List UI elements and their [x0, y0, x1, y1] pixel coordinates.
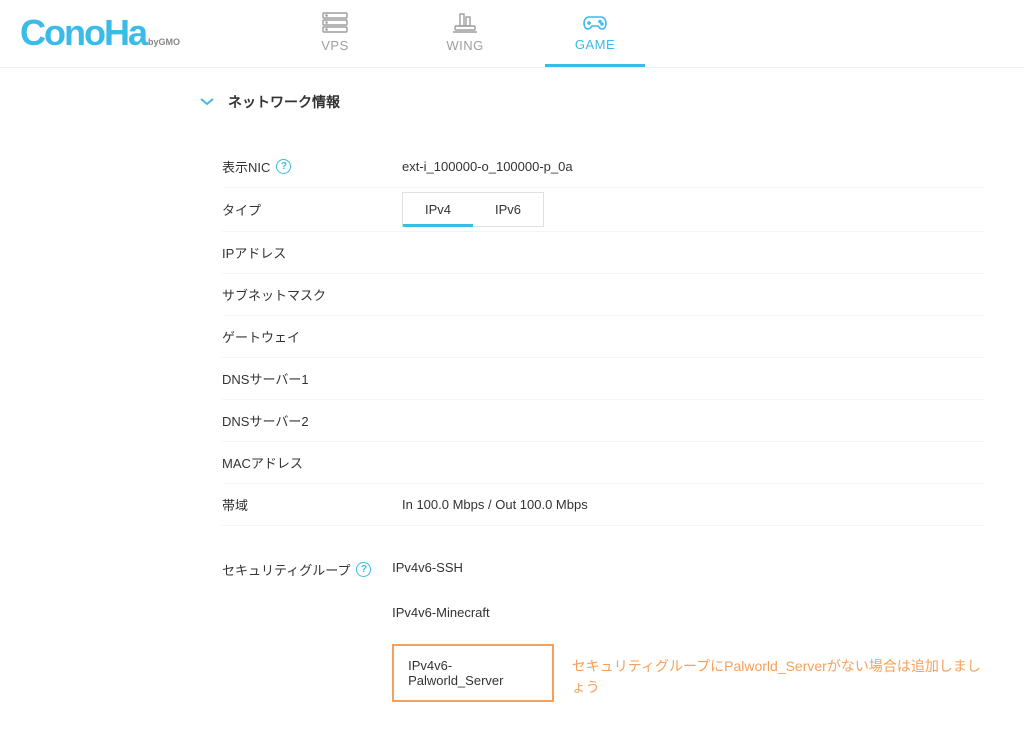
row-subnet: サブネットマスク [222, 274, 984, 316]
tab-label: WING [446, 38, 483, 53]
row-dns2: DNSサーバー2 [222, 400, 984, 442]
tab-vps[interactable]: VPS [270, 0, 400, 65]
row-security-group: セキュリティグループ ? IPv4v6-SSH IPv4v6-Minecraft… [222, 526, 984, 702]
help-icon[interactable]: ? [356, 562, 371, 577]
tab-label: VPS [321, 38, 349, 53]
ip-type-tabs: IPv4 IPv6 [402, 192, 544, 227]
nav-tabs: VPS WING [270, 0, 660, 65]
row-label: IPアドレス [222, 243, 402, 262]
row-gateway: ゲートウェイ [222, 316, 984, 358]
security-group-item: IPv4v6-Minecraft [392, 599, 554, 626]
section-title: ネットワーク情報 [228, 92, 340, 112]
server-icon [322, 12, 348, 34]
row-label: タイプ [222, 200, 402, 219]
row-label: MACアドレス [222, 453, 402, 472]
content: ネットワーク情報 表示NIC ? ext-i_100000-o_100000-p… [0, 68, 1024, 702]
row-label: DNSサーバー1 [222, 369, 402, 388]
logo-text: ConoHa [20, 12, 146, 54]
help-icon[interactable]: ? [276, 159, 291, 174]
security-group-item: IPv4v6-SSH [392, 554, 554, 581]
tab-ipv4[interactable]: IPv4 [403, 193, 473, 226]
row-value: In 100.0 Mbps / Out 100.0 Mbps [402, 497, 588, 512]
label-text: セキュリティグループ [222, 560, 350, 579]
section-header[interactable]: ネットワーク情報 [200, 92, 1024, 112]
label-text: MACアドレス [222, 453, 303, 472]
row-dns1: DNSサーバー1 [222, 358, 984, 400]
row-type: タイプ IPv4 IPv6 [222, 188, 984, 232]
gamepad-icon [581, 13, 609, 33]
label-text: 表示NIC [222, 157, 270, 176]
row-label: ゲートウェイ [222, 327, 402, 346]
row-value: ext-i_100000-o_100000-p_0a [402, 159, 573, 174]
label-text: IPアドレス [222, 243, 286, 262]
label-text: DNSサーバー2 [222, 411, 309, 430]
label-text: タイプ [222, 200, 261, 219]
row-label: DNSサーバー2 [222, 411, 402, 430]
chevron-down-icon [200, 94, 214, 110]
row-mac: MACアドレス [222, 442, 984, 484]
tab-ipv6[interactable]: IPv6 [473, 193, 543, 226]
row-label: セキュリティグループ ? [222, 554, 392, 579]
row-label: 帯域 [222, 495, 402, 514]
security-group-item-highlight: IPv4v6-Palworld_Server [392, 644, 554, 702]
tab-wing[interactable]: WING [400, 0, 530, 65]
label-text: ゲートウェイ [222, 327, 300, 346]
tab-label: GAME [575, 37, 615, 52]
header: ConoHa byGMO VPS [0, 0, 1024, 68]
label-text: サブネットマスク [222, 285, 326, 304]
security-group-right: IPv4v6-SSH IPv4v6-Minecraft IPv4v6-Palwo… [392, 554, 984, 702]
row-nic: 表示NIC ? ext-i_100000-o_100000-p_0a [222, 146, 984, 188]
logo[interactable]: ConoHa byGMO [20, 12, 180, 54]
row-ip: IPアドレス [222, 232, 984, 274]
row-label: 表示NIC ? [222, 157, 402, 176]
row-band: 帯域 In 100.0 Mbps / Out 100.0 Mbps [222, 484, 984, 526]
wing-icon [451, 12, 479, 34]
row-label: サブネットマスク [222, 285, 402, 304]
logo-subtext: byGMO [148, 37, 180, 47]
security-group-list: IPv4v6-SSH IPv4v6-Minecraft IPv4v6-Palwo… [392, 554, 554, 702]
label-text: 帯域 [222, 495, 248, 514]
tab-game[interactable]: GAME [530, 0, 660, 65]
label-text: DNSサーバー1 [222, 369, 309, 388]
row-value: IPv4 IPv6 [402, 192, 544, 227]
annotation-text: セキュリティグループにPalworld_Serverがない場合は追加しましょう [572, 656, 984, 698]
